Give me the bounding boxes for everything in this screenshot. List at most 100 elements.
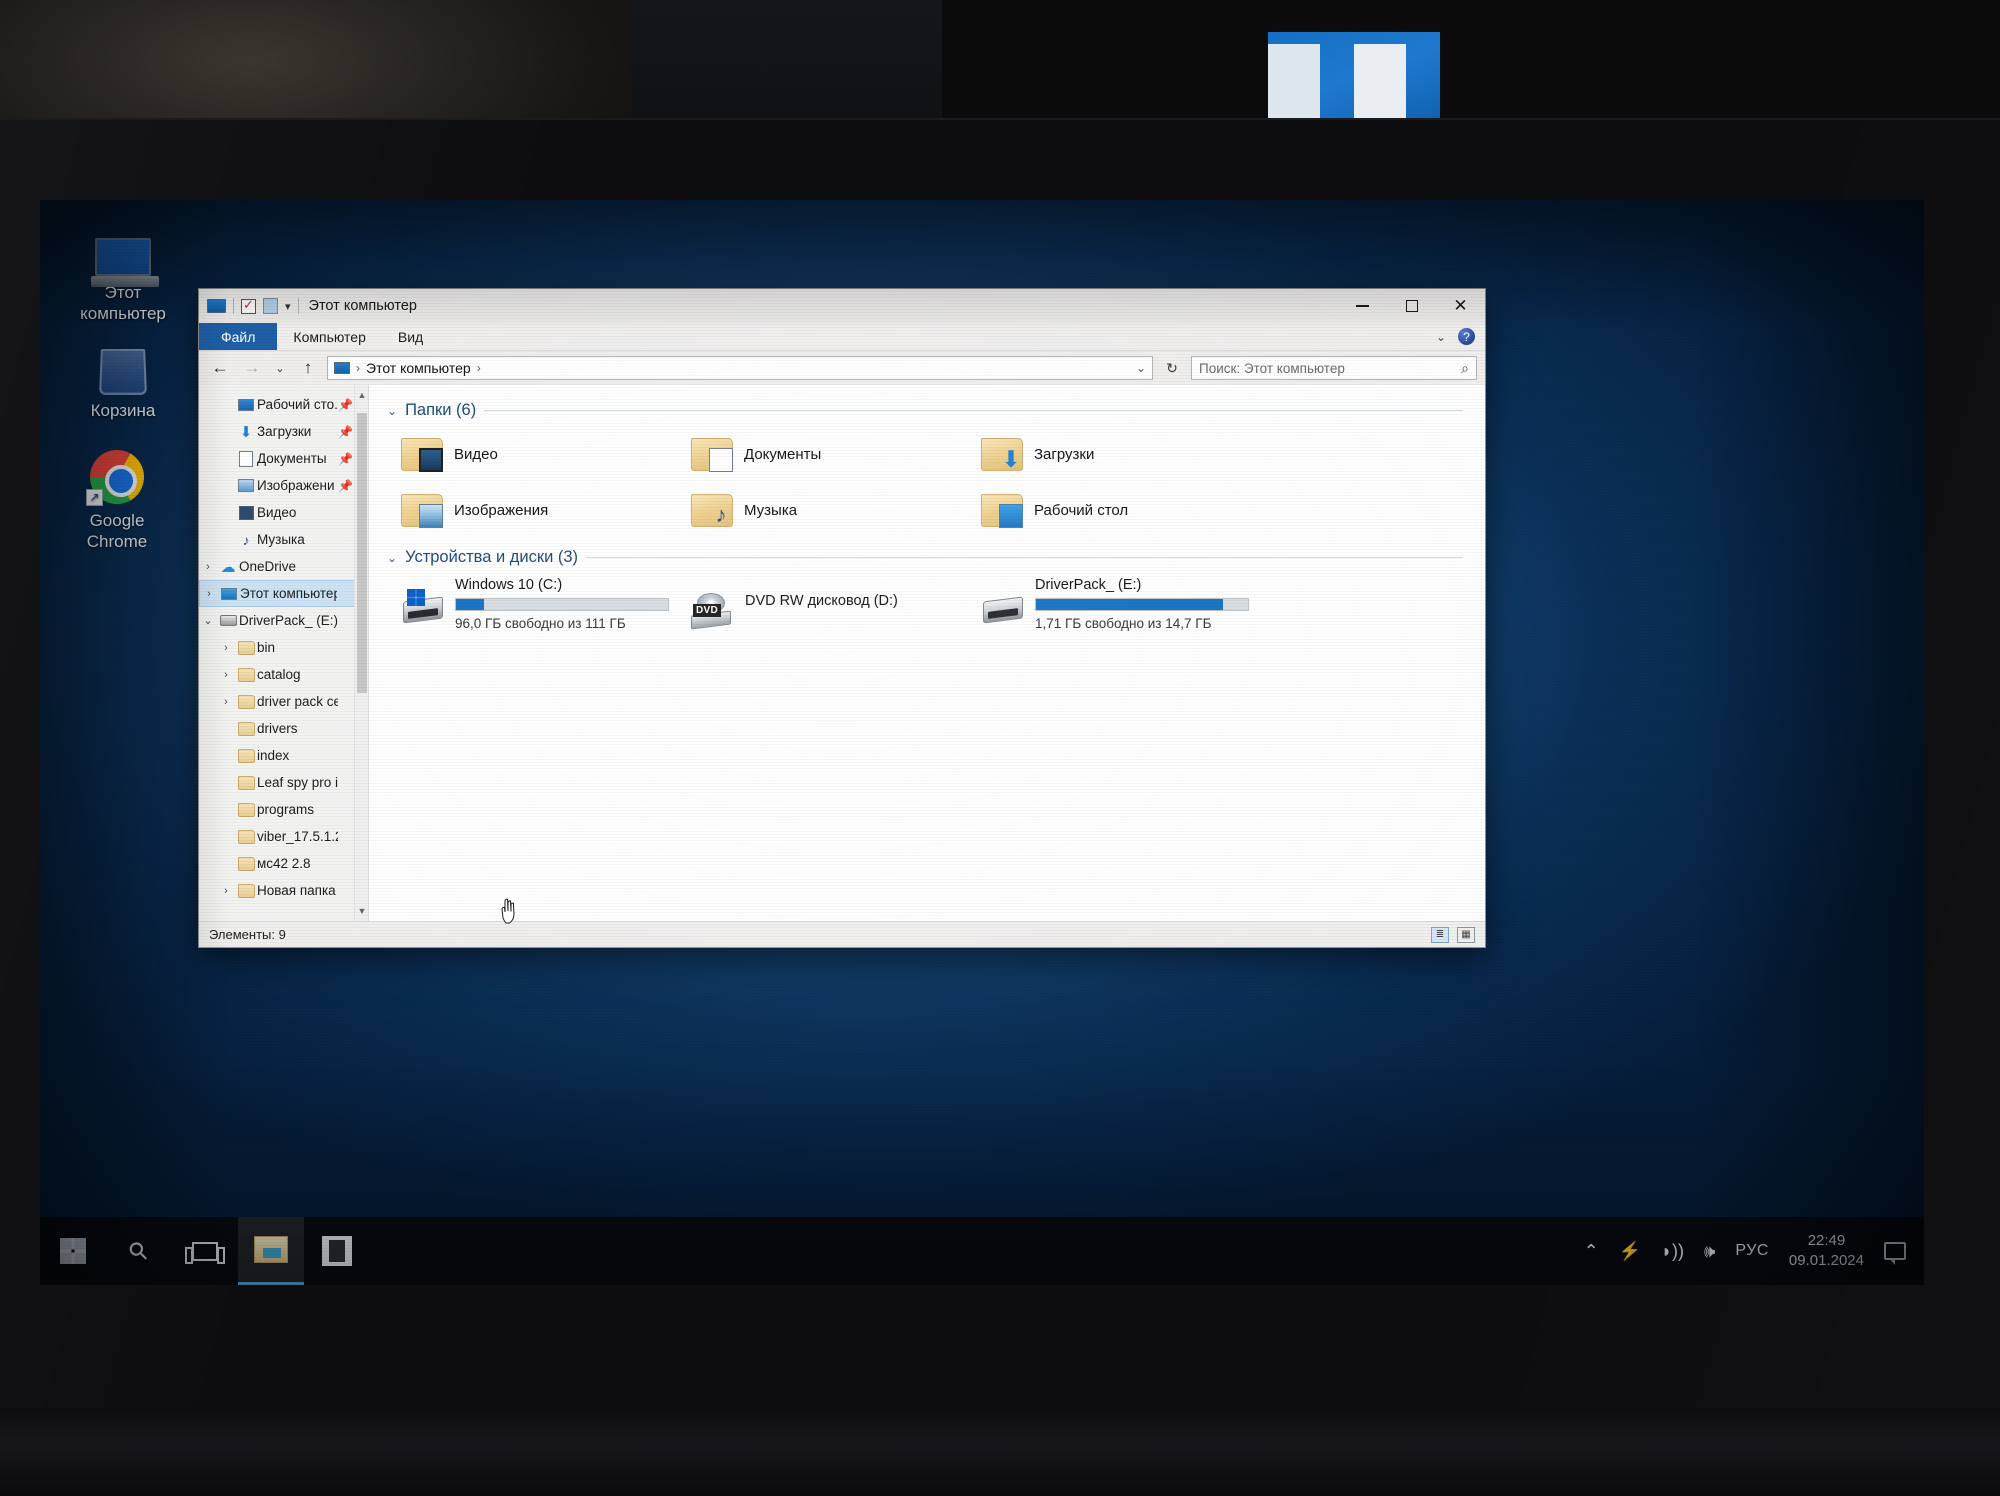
folder-tile[interactable]: ⬇ Загрузки bbox=[981, 426, 1261, 482]
nav-item-catalog[interactable]: › catalog bbox=[199, 661, 368, 688]
title-bar[interactable]: ▾ Этот компьютер ✕ bbox=[199, 289, 1485, 323]
drive-tile[interactable]: DVD DVD RW дисковод (D:) bbox=[691, 575, 971, 645]
breadcrumb[interactable]: › Этот компьютер › ⌄ bbox=[327, 356, 1153, 380]
properties-icon[interactable] bbox=[241, 297, 256, 314]
help-button[interactable]: ? bbox=[1458, 328, 1475, 345]
nav-item-видео[interactable]: Видео bbox=[199, 499, 368, 526]
nav-item-bin[interactable]: › bin bbox=[199, 634, 368, 661]
search-icon[interactable]: ⌕ bbox=[1461, 360, 1469, 377]
nav-item-driverpack-e-[interactable]: ⌄ DriverPack_ (E:) bbox=[199, 607, 368, 634]
forward-button[interactable]: → bbox=[239, 358, 265, 378]
breadcrumb-this-pc[interactable]: Этот компьютер bbox=[366, 360, 471, 376]
chevron-icon[interactable]: ⌄ bbox=[199, 614, 217, 627]
folder-tile[interactable]: Видео bbox=[401, 426, 681, 482]
folder-tile[interactable]: Документы bbox=[691, 426, 971, 482]
pin-icon[interactable]: 📌 bbox=[338, 479, 353, 493]
nav-item-programs[interactable]: programs bbox=[199, 796, 368, 823]
nav-item-этот-компьютер[interactable]: › Этот компьютер bbox=[199, 580, 368, 607]
drive-tile[interactable]: DriverPack_ (E:) 1,71 ГБ свободно из 14,7… bbox=[981, 575, 1261, 645]
volume-icon[interactable]: 🕪 bbox=[1704, 1241, 1715, 1262]
back-button[interactable]: ← bbox=[207, 358, 233, 378]
clock[interactable]: 22:49 09.01.2024 bbox=[1789, 1231, 1864, 1272]
nav-item-drivers[interactable]: drivers bbox=[199, 715, 368, 742]
drive-tile[interactable]: Windows 10 (C:) 96,0 ГБ свободно из 111 Г… bbox=[401, 575, 681, 645]
system-tray[interactable]: ⌃ ⚡ ◗)) 🕪 РУС 22:49 09.01.2024 bbox=[1584, 1231, 1924, 1272]
wifi-icon[interactable]: ◗)) bbox=[1661, 1241, 1684, 1262]
desktop-icon-google-chrome[interactable]: ↗ Google Chrome bbox=[52, 442, 182, 553]
scroll-up-icon[interactable]: ▲ bbox=[355, 387, 368, 403]
chevron-icon[interactable]: › bbox=[217, 885, 235, 897]
file-explorer-window[interactable]: ▾ Этот компьютер ✕ Файл Компьютер Вид ⌄ … bbox=[198, 288, 1486, 948]
quick-access-toolbar[interactable]: ▾ bbox=[207, 297, 299, 314]
language-indicator[interactable]: РУС bbox=[1735, 1242, 1769, 1260]
refresh-button[interactable]: ↻ bbox=[1159, 360, 1185, 377]
battery-icon[interactable]: ⚡ bbox=[1619, 1241, 1641, 1262]
drives-grid[interactable]: Windows 10 (C:) 96,0 ГБ свободно из 111 Г… bbox=[401, 575, 1485, 645]
navigation-tree[interactable]: Рабочий сто. 📌 ⬇ Загрузки 📌 Документы 📌 Изображ… bbox=[199, 385, 368, 904]
nav-item-загрузки[interactable]: ⬇ Загрузки 📌 bbox=[199, 418, 368, 445]
scroll-down-icon[interactable]: ▼ bbox=[355, 903, 368, 919]
content-pane[interactable]: ⌄ Папки (6) Видео Документы ⬇ Загрузки Изобр… bbox=[369, 385, 1485, 921]
chevron-icon[interactable]: › bbox=[199, 561, 217, 573]
nav-item-driver-pack-сеть[interactable]: › driver pack сеть bbox=[199, 688, 368, 715]
address-bar[interactable]: ← → ⌄ ↑ › Этот компьютер › ⌄ ↻ Поиск: Эт… bbox=[199, 351, 1485, 385]
pin-icon[interactable]: 📌 bbox=[338, 398, 353, 412]
chevron-icon[interactable]: › bbox=[217, 642, 235, 654]
scrollbar-thumb[interactable] bbox=[357, 413, 367, 693]
pin-icon[interactable]: 📌 bbox=[338, 452, 353, 466]
task-view-button[interactable] bbox=[172, 1217, 238, 1285]
large-icons-view-button[interactable]: ▦ bbox=[1457, 926, 1475, 943]
pin-icon[interactable]: 📌 bbox=[338, 425, 353, 439]
chevron-down-icon[interactable]: ⌄ bbox=[387, 551, 397, 565]
nav-item-изображени[interactable]: Изображени 📌 bbox=[199, 472, 368, 499]
start-button[interactable] bbox=[40, 1217, 106, 1285]
nav-item-новая-папка[interactable]: › Новая папка bbox=[199, 877, 368, 904]
close-button[interactable]: ✕ bbox=[1436, 289, 1485, 323]
minimize-button[interactable] bbox=[1338, 289, 1387, 323]
ribbon-tabs[interactable]: Файл Компьютер Вид ⌄ ? bbox=[199, 323, 1485, 351]
details-view-button[interactable]: ≣ bbox=[1431, 926, 1449, 943]
notification-icon[interactable] bbox=[1884, 1242, 1906, 1265]
window-controls[interactable]: ✕ bbox=[1338, 289, 1485, 323]
desktop-icon-recycle-bin[interactable]: Корзина bbox=[58, 332, 188, 421]
devices-group-header[interactable]: ⌄ Устройства и диски (3) bbox=[387, 548, 1485, 567]
breadcrumb-separator-icon[interactable]: › bbox=[477, 361, 481, 375]
recent-locations-icon[interactable]: ⌄ bbox=[271, 362, 289, 375]
nav-item-onedrive[interactable]: › ☁ OneDrive bbox=[199, 553, 368, 580]
chevron-icon[interactable]: › bbox=[217, 696, 235, 708]
show-hidden-icons-button[interactable]: ⌃ bbox=[1584, 1241, 1599, 1262]
this-pc-icon[interactable] bbox=[207, 299, 226, 313]
navigation-scrollbar[interactable]: ▲ ▼ bbox=[354, 385, 368, 921]
folder-tile[interactable]: Изображения bbox=[401, 482, 681, 538]
nav-item-index[interactable]: index bbox=[199, 742, 368, 769]
folders-grid[interactable]: Видео Документы ⬇ Загрузки Изображения ♪ Музык… bbox=[401, 426, 1485, 538]
taskbar-file-explorer[interactable] bbox=[238, 1217, 304, 1285]
chevron-down-icon[interactable]: ⌄ bbox=[387, 404, 397, 418]
folder-tile[interactable]: ♪ Музыка bbox=[691, 482, 971, 538]
desktop-icon-this-pc[interactable]: Этот компьютер bbox=[58, 214, 188, 325]
navigation-pane[interactable]: Рабочий сто. 📌 ⬇ Загрузки 📌 Документы 📌 Изображ… bbox=[199, 385, 369, 921]
nav-item-мс42-2-8[interactable]: мс42 2.8 bbox=[199, 850, 368, 877]
search-box[interactable]: Поиск: Этот компьютер ⌕ bbox=[1191, 356, 1477, 380]
tab-view[interactable]: Вид bbox=[382, 323, 439, 350]
nav-item-viber-17-5-1-2[interactable]: viber_17.5.1.2 bbox=[199, 823, 368, 850]
search-button[interactable]: ⚲ bbox=[106, 1217, 172, 1285]
new-folder-icon[interactable] bbox=[263, 298, 278, 314]
chevron-down-icon[interactable]: ▾ bbox=[285, 300, 291, 313]
tab-computer[interactable]: Компьютер bbox=[277, 323, 381, 350]
maximize-button[interactable] bbox=[1387, 289, 1436, 323]
nav-item-документы[interactable]: Документы 📌 bbox=[199, 445, 368, 472]
tab-file[interactable]: Файл bbox=[199, 323, 278, 350]
chevron-icon[interactable]: › bbox=[200, 588, 218, 600]
nav-item-рабочий-сто-[interactable]: Рабочий сто. 📌 bbox=[199, 391, 368, 418]
nav-item-музыка[interactable]: ♪ Музыка bbox=[199, 526, 368, 553]
folder-tile[interactable]: Рабочий стол bbox=[981, 482, 1261, 538]
address-dropdown-icon[interactable]: ⌄ bbox=[1136, 361, 1146, 375]
folders-group-header[interactable]: ⌄ Папки (6) bbox=[387, 401, 1485, 420]
up-button[interactable]: ↑ bbox=[295, 358, 321, 378]
expand-ribbon-chevron-icon[interactable]: ⌄ bbox=[1436, 330, 1446, 344]
taskbar[interactable]: ⚲ ⌃ ⚡ ◗)) 🕪 РУС 22:49 09.01.2024 bbox=[40, 1217, 1924, 1285]
taskbar-microsoft-store[interactable] bbox=[304, 1217, 370, 1285]
search-input[interactable]: Поиск: Этот компьютер bbox=[1199, 361, 1461, 376]
nav-item-leaf-spy-pro-inst[interactable]: Leaf spy pro inst bbox=[199, 769, 368, 796]
